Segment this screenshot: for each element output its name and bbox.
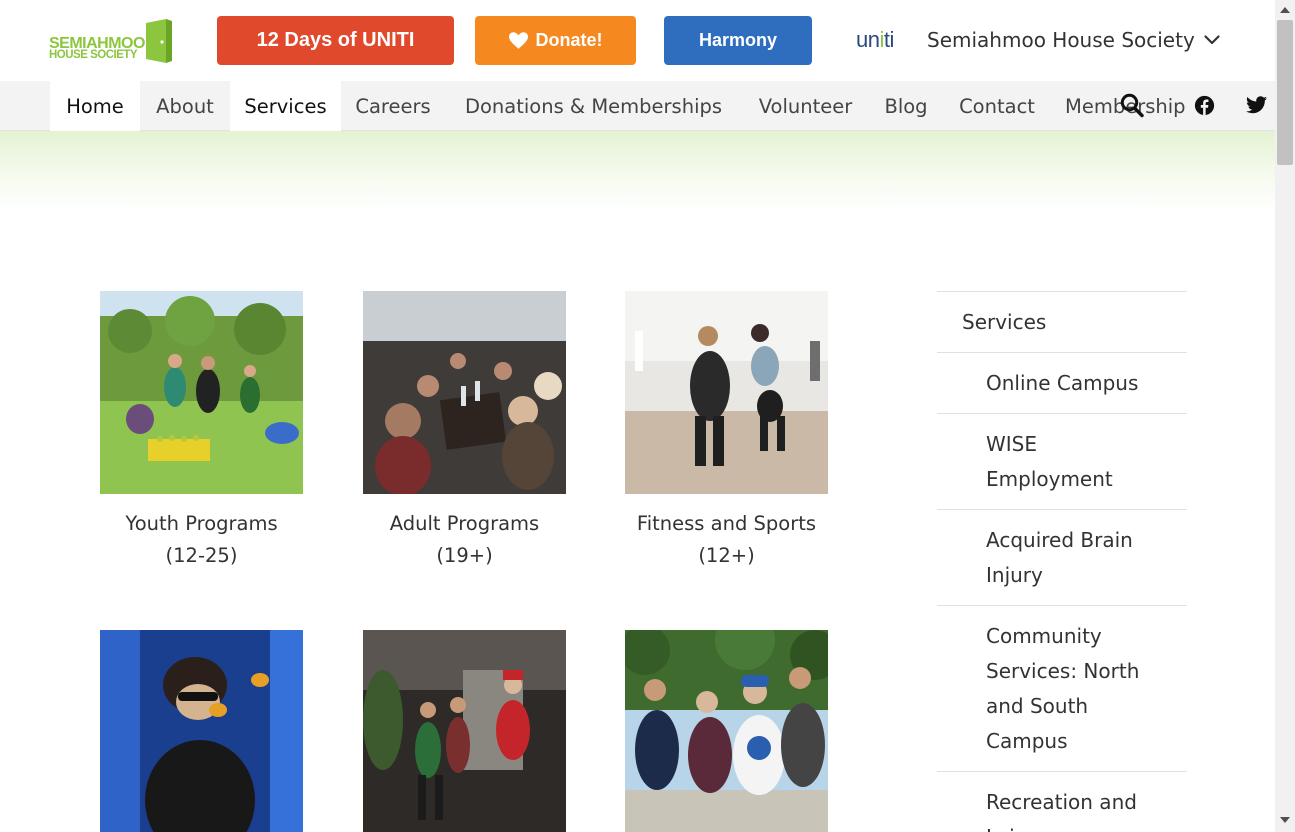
program-caption[interactable]: Fitness and Sports (12+) (625, 508, 828, 572)
nav-services[interactable]: Services (230, 81, 341, 131)
nav-about[interactable]: About (140, 81, 230, 131)
program-age-range: (12+) (698, 544, 755, 567)
donate-button-label: Donate! (535, 30, 603, 50)
chevron-down-icon (1204, 35, 1220, 45)
search-icon[interactable] (1120, 93, 1144, 118)
program-tile-performing-arts[interactable] (100, 630, 303, 832)
hero-gradient-band (0, 131, 1275, 211)
fitness-sports-photo[interactable] (625, 291, 828, 494)
sidebar-item-wise-employment[interactable]: WISE Employment (937, 413, 1187, 509)
nav-contact[interactable]: Contact (943, 81, 1051, 131)
facebook-icon[interactable] (1194, 95, 1215, 116)
program-tile-group-outing[interactable] (625, 630, 828, 832)
program-title: Fitness and Sports (636, 512, 817, 535)
nav-volunteer[interactable]: Volunteer (742, 81, 869, 131)
scroll-up-arrow-icon[interactable] (1280, 6, 1290, 13)
program-age-range: (19+) (436, 544, 493, 567)
program-tile-fitness[interactable]: Fitness and Sports (12+) (625, 291, 828, 572)
program-photo-holiday[interactable] (363, 630, 566, 832)
harmony-button-label: Harmony (698, 30, 778, 50)
sidebar-item-online-campus[interactable]: Online Campus (937, 352, 1187, 413)
program-title: Youth Programs (125, 512, 278, 535)
sidebar-item-recreation-leisure[interactable]: Recreation and Leisure (937, 771, 1187, 832)
uniti-button-label: 12 Days of UNITI (256, 29, 415, 51)
sidebar-item-acquired-brain-injury[interactable]: Acquired Brain Injury (937, 509, 1187, 605)
nav-careers[interactable]: Careers (341, 81, 445, 131)
adult-programs-photo[interactable] (363, 291, 566, 494)
program-age-range: (12-25) (165, 544, 238, 567)
organization-selector[interactable]: Semiahmoo House Society (927, 28, 1220, 52)
sidebar-heading-services[interactable]: Services (937, 291, 1187, 352)
program-caption[interactable]: Youth Programs (12-25) (100, 508, 303, 572)
youth-programs-photo[interactable] (100, 291, 303, 494)
uniti-logo[interactable]: uniti (856, 27, 894, 53)
twitter-icon[interactable] (1246, 96, 1267, 114)
donate-button[interactable]: Donate! (475, 16, 636, 65)
sidebar-item-community-services[interactable]: Community Services: North and South Camp… (937, 605, 1187, 771)
logo-text-bottom: HOUSE SOCIETY (49, 49, 138, 61)
semiahmoo-logo[interactable]: SEMIAHMOO HOUSE SOCIETY (49, 18, 175, 64)
scroll-down-arrow-icon[interactable] (1280, 817, 1290, 824)
nav-blog[interactable]: Blog (869, 81, 943, 131)
site-header: SEMIAHMOO HOUSE SOCIETY 12 Days of UNITI… (0, 0, 1275, 81)
program-tile-adult[interactable]: Adult Programs (19+) (363, 291, 566, 572)
nav-home[interactable]: Home (50, 81, 140, 131)
program-photo-performer[interactable] (100, 630, 303, 832)
nav-donations-memberships[interactable]: Donations & Memberships (445, 81, 742, 131)
uniti-logo-part: un (856, 27, 880, 52)
uniti-logo-part: ti (883, 27, 895, 52)
harmony-button[interactable]: Harmony (664, 16, 812, 65)
program-photo-group[interactable] (625, 630, 828, 832)
program-caption[interactable]: Adult Programs (19+) (363, 508, 566, 572)
scrollbar-thumb[interactable] (1277, 20, 1293, 165)
program-title: Adult Programs (389, 512, 540, 535)
organization-selector-label: Semiahmoo House Society (927, 28, 1195, 52)
twelve-days-uniti-button[interactable]: 12 Days of UNITI (217, 16, 454, 65)
program-tile-youth[interactable]: Youth Programs (12-25) (100, 291, 303, 572)
door-logo-icon (146, 19, 172, 63)
program-tile-holiday-event[interactable] (363, 630, 566, 832)
services-sidebar: Services Online Campus WISE Employment A… (937, 291, 1187, 832)
heart-icon (508, 32, 528, 49)
main-navigation: Home About Services Careers Donations & … (0, 81, 1275, 131)
